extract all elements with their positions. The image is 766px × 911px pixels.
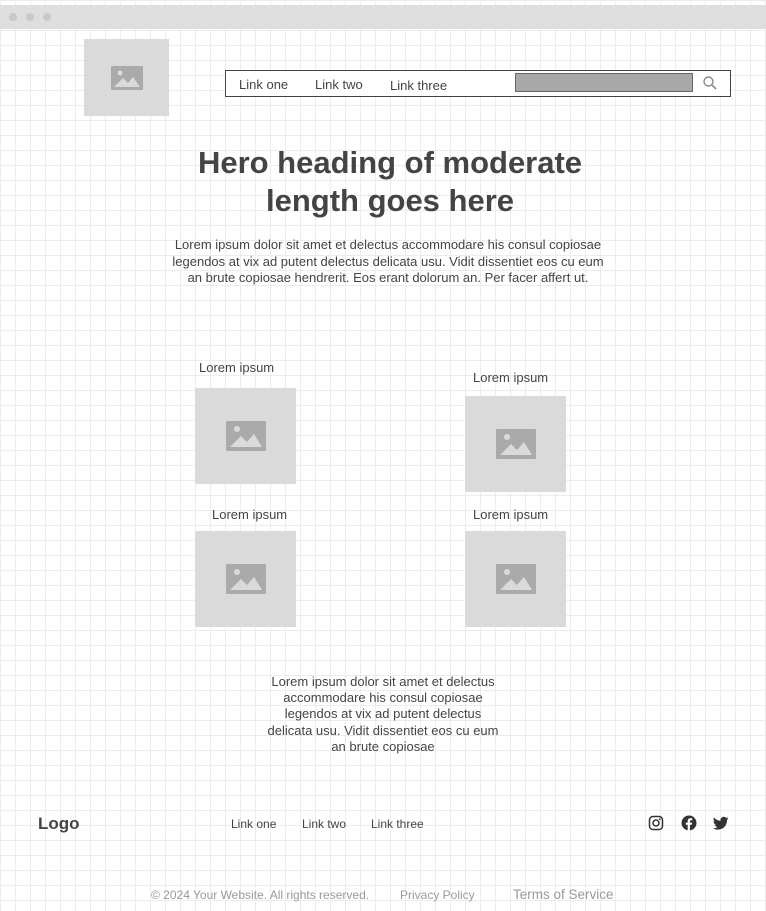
image-placeholder-icon — [495, 564, 536, 594]
card-label-2: Lorem ipsum — [473, 370, 549, 385]
hero-heading: Hero heading of moderate length goes her… — [197, 145, 583, 218]
footer-logo[interactable]: Logo — [38, 814, 80, 834]
image-placeholder-icon — [110, 65, 143, 90]
image-placeholder-icon — [225, 421, 266, 451]
terms-of-service-link[interactable]: Terms of Service — [513, 887, 614, 902]
nav-bar: Link one Link two Link three — [225, 70, 731, 97]
footer-link-three[interactable]: Link three — [371, 817, 424, 831]
content-paragraph: Lorem ipsum dolor sit amet et delectus a… — [267, 674, 499, 754]
browser-titlebar — [0, 5, 766, 29]
footer-link-two[interactable]: Link two — [302, 817, 346, 831]
nav-link-one[interactable]: Link one — [239, 77, 288, 92]
window-dot-minimize[interactable] — [26, 13, 34, 21]
window-dot-maximize[interactable] — [43, 13, 51, 21]
copyright-text: © 2024 Your Website. All rights reserved… — [151, 888, 370, 902]
twitter-icon[interactable] — [713, 815, 729, 831]
privacy-policy-link[interactable]: Privacy Policy — [400, 888, 475, 902]
facebook-icon[interactable] — [681, 815, 697, 831]
nav-link-two[interactable]: Link two — [315, 77, 363, 92]
footer-link-one[interactable]: Link one — [231, 817, 276, 831]
card-image-1[interactable] — [195, 388, 296, 484]
hero-paragraph: Lorem ipsum dolor sit amet et delectus a… — [172, 237, 604, 285]
card-image-4[interactable] — [465, 531, 566, 627]
search-input[interactable] — [515, 73, 693, 92]
card-label-3: Lorem ipsum — [212, 507, 288, 522]
window-dot-close[interactable] — [9, 13, 17, 21]
card-label-4: Lorem ipsum — [473, 507, 549, 522]
nav-link-three[interactable]: Link three — [390, 78, 447, 93]
image-placeholder-icon — [495, 429, 536, 459]
instagram-icon[interactable] — [648, 815, 664, 831]
header-logo-image[interactable] — [84, 39, 169, 116]
image-placeholder-icon — [225, 564, 266, 594]
card-label-1: Lorem ipsum — [199, 360, 275, 375]
card-image-2[interactable] — [465, 396, 566, 492]
card-image-3[interactable] — [195, 531, 296, 627]
search-icon[interactable] — [702, 75, 718, 91]
